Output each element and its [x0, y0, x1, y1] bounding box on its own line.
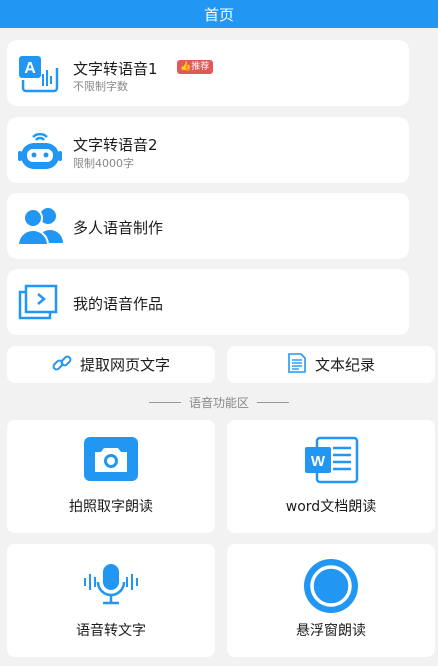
tile-photo-read[interactable]: 拍照取字朗读: [7, 420, 215, 533]
tile-label: 语音转文字: [76, 623, 146, 639]
tile-floating-window-read[interactable]: 悬浮窗朗读: [227, 544, 435, 657]
word-icon: W: [303, 436, 359, 488]
page-title: 首页: [203, 5, 234, 24]
quick-label: 文本纪录: [314, 356, 375, 374]
svg-text:W: W: [311, 453, 326, 470]
menu-title: 文字转语音2: [73, 136, 158, 154]
svg-text:A: A: [24, 60, 36, 77]
menu-card-my-works[interactable]: 我的语音作品: [7, 269, 409, 335]
menu-subtitle: 限制4000字: [73, 157, 134, 170]
extract-web-text-button[interactable]: 提取网页文字: [7, 346, 215, 383]
tile-label: word文档朗读: [285, 499, 377, 515]
menu-card-multi-voice[interactable]: 多人语音制作: [7, 193, 409, 259]
badge-label: 推荐: [191, 62, 210, 72]
users-icon: [16, 205, 65, 251]
menu-title: 多人语音制作: [73, 219, 164, 237]
divider-line: [148, 401, 181, 403]
tile-label: 悬浮窗朗读: [296, 623, 366, 639]
tts-translate-icon: A: [17, 54, 63, 98]
menu-title: 文字转语音1: [73, 60, 158, 78]
document-list-icon: [287, 352, 307, 378]
quick-label: 提取网页文字: [79, 356, 170, 374]
link-icon: [52, 353, 72, 377]
microphone-icon: [81, 562, 141, 612]
tile-label: 拍照取字朗读: [69, 499, 153, 515]
works-folder-icon: [17, 283, 59, 325]
menu-subtitle: 不限制字数: [73, 80, 128, 93]
section-title: 语音功能区: [188, 395, 249, 410]
section-divider: 语音功能区: [0, 392, 438, 412]
robot-icon: [17, 129, 63, 177]
menu-card-tts2[interactable]: 文字转语音2 限制4000字: [7, 117, 409, 183]
text-records-button[interactable]: 文本纪录: [227, 346, 435, 383]
menu-card-tts1[interactable]: A 文字转语音1 👍推荐 不限制字数: [7, 40, 409, 106]
tile-speech-to-text[interactable]: 语音转文字: [7, 544, 215, 657]
divider-line: [257, 401, 289, 403]
recommend-badge: 👍推荐: [177, 60, 214, 74]
thumbs-up-icon: 👍: [180, 62, 192, 72]
menu-title: 我的语音作品: [73, 295, 164, 313]
tile-word-read[interactable]: W word文档朗读: [227, 420, 435, 533]
camera-icon: [83, 436, 139, 486]
floating-circle-icon: [303, 558, 359, 618]
header-bar: 首页: [0, 0, 438, 28]
